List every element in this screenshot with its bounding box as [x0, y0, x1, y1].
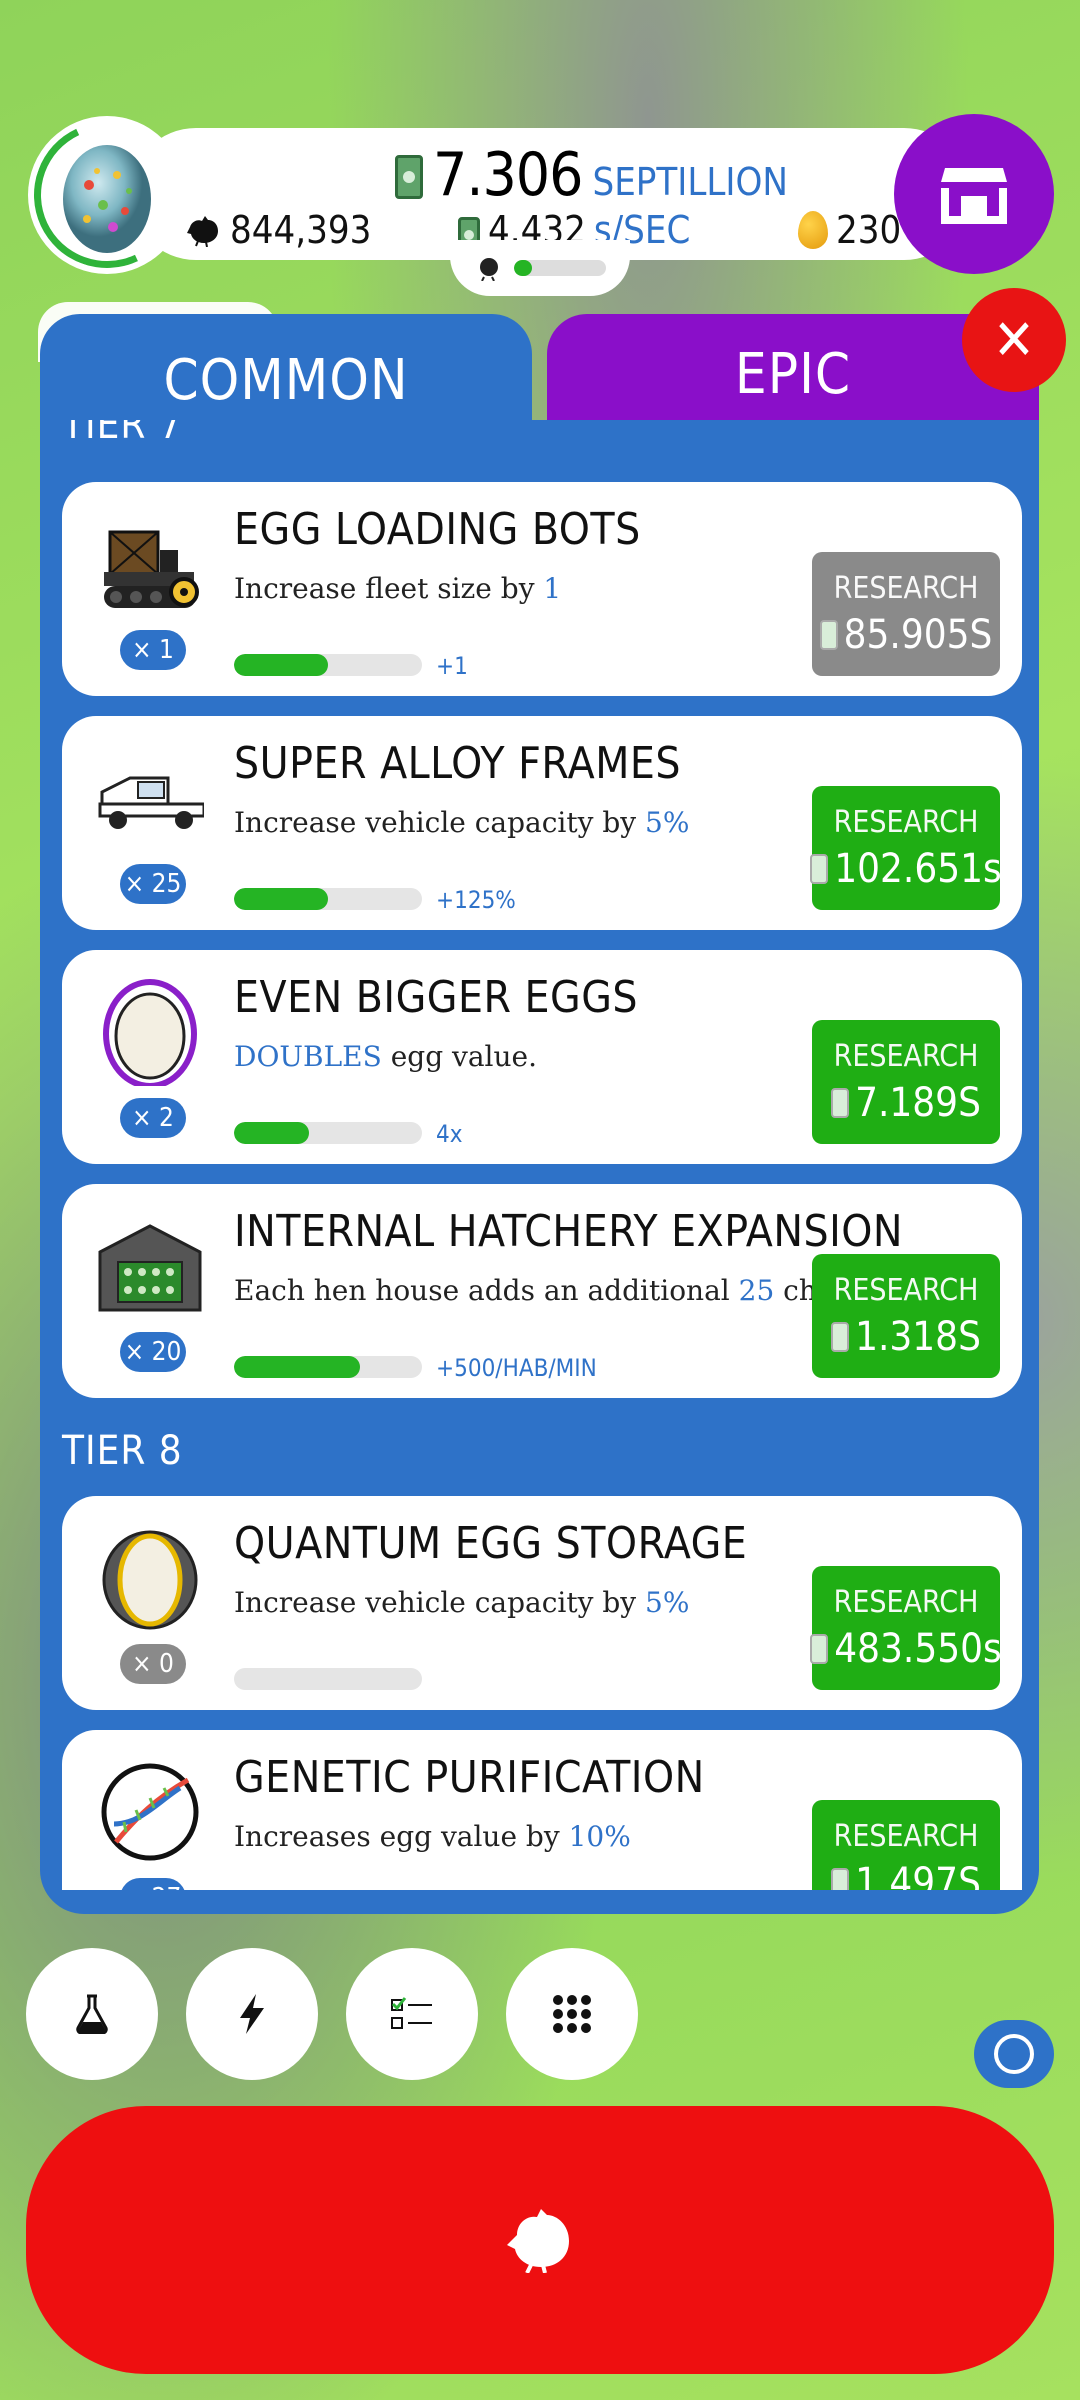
close-button[interactable]: ✕	[962, 288, 1066, 392]
level-badge: × 20	[120, 1332, 186, 1372]
research-lab-button[interactable]	[26, 1948, 158, 2080]
research-cost: 1.497S	[855, 1859, 981, 1891]
research-gain: +125%	[436, 886, 516, 914]
research-button[interactable]: RESEARCH 1.497S	[812, 1800, 1000, 1890]
research-description: Increase vehicle capacity by 5%	[234, 1586, 690, 1619]
loading-bot-icon	[104, 530, 199, 608]
research-panel[interactable]: TIER 7 × 1 EGG LOADING BOTS Increase fle…	[40, 420, 1039, 1914]
dna-icon	[101, 1763, 199, 1861]
egg-avatar[interactable]	[13, 101, 201, 289]
shop-button[interactable]	[894, 114, 1054, 274]
cash-icon	[810, 853, 829, 884]
cash-icon	[819, 619, 838, 650]
camera-toggle-button[interactable]	[974, 2020, 1054, 2088]
level-badge: × 1	[120, 630, 186, 670]
research-description: Increases egg value by 10%	[234, 1820, 631, 1853]
drone-chicken-icon	[480, 258, 498, 281]
boosts-button[interactable]	[186, 1948, 318, 2080]
cash-icon	[831, 1867, 850, 1890]
chicken-count-display: 844,393	[186, 208, 371, 252]
grid-icon	[553, 1995, 591, 2033]
research-cost: 85.905S	[843, 611, 993, 658]
research-title: QUANTUM EGG STORAGE	[234, 1518, 748, 1569]
chicken-icon	[187, 216, 218, 247]
research-title: EVEN BIGGER EGGS	[234, 972, 639, 1023]
golden-egg-icon	[798, 211, 828, 249]
research-description: DOUBLES egg value.	[234, 1040, 537, 1073]
research-button[interactable]: RESEARCH 7.189S	[812, 1020, 1000, 1144]
research-card-super-alloy-frames[interactable]: × 25 SUPER ALLOY FRAMES Increase vehicle…	[62, 716, 1022, 930]
quantum-egg-icon	[102, 1530, 198, 1630]
cash-icon	[810, 1633, 829, 1664]
research-title: SUPER ALLOY FRAMES	[234, 738, 682, 789]
research-gain: +1	[436, 652, 468, 680]
research-progress-bar	[234, 1356, 422, 1378]
research-description: Increase fleet size by 1	[234, 572, 562, 605]
chicken-icon	[507, 2209, 569, 2273]
research-button[interactable]: RESEARCH 102.651s	[810, 786, 1002, 910]
drone-progress-bar	[514, 260, 606, 276]
research-progress-bar	[234, 654, 422, 676]
research-card-egg-loading-bots[interactable]: × 1 EGG LOADING BOTS Increase fleet size…	[62, 482, 1022, 696]
research-card-genetic-purification[interactable]: × 27 GENETIC PURIFICATION Increases egg …	[62, 1730, 1022, 1890]
research-list[interactable]: TIER 7 × 1 EGG LOADING BOTS Increase fle…	[40, 420, 1039, 1890]
cash-icon	[395, 155, 423, 199]
shop-icon	[941, 168, 1007, 224]
research-progress-bar	[234, 1668, 422, 1690]
research-card-even-bigger-eggs[interactable]: × 2 EVEN BIGGER EGGS DOUBLES egg value. …	[62, 950, 1022, 1164]
golden-egg-display: 230	[798, 208, 901, 252]
research-title: GENETIC PURIFICATION	[234, 1752, 705, 1803]
drone-indicator[interactable]	[450, 240, 630, 296]
research-progress-bar	[234, 888, 422, 910]
research-cost: 7.189S	[855, 1079, 981, 1126]
big-egg-icon	[103, 979, 197, 1086]
golden-egg-count: 230	[836, 208, 902, 252]
chicken-count: 844,393	[230, 208, 372, 252]
cash-unit: SEPTILLION	[592, 160, 788, 204]
level-badge: × 0	[120, 1644, 186, 1684]
tier-label: TIER 8	[62, 1428, 183, 1474]
tier-label: TIER 7	[62, 420, 183, 448]
truck-icon	[98, 776, 204, 829]
close-icon: ✕	[992, 307, 1036, 373]
checklist-icon	[391, 1997, 432, 2029]
cash-display: 7.306 SEPTILLION	[395, 140, 788, 210]
research-card-internal-hatchery-expansion[interactable]: × 20 INTERNAL HATCHERY EXPANSION Each he…	[62, 1184, 1022, 1398]
research-title: EGG LOADING BOTS	[234, 504, 641, 555]
research-button[interactable]: RESEARCH 483.550s	[810, 1566, 1002, 1690]
lightning-icon	[240, 1994, 264, 2034]
research-card-quantum-egg-storage[interactable]: × 0 QUANTUM EGG STORAGE Increase vehicle…	[62, 1496, 1022, 1710]
research-cost: 1.318S	[855, 1313, 981, 1360]
cash-icon	[831, 1087, 850, 1118]
research-cost: 102.651s	[834, 845, 1002, 892]
research-cost: 483.550s	[834, 1625, 1002, 1672]
hatchery-icon	[98, 1224, 202, 1312]
research-button[interactable]: RESEARCH 1.318S	[812, 1254, 1000, 1378]
hatch-chicken-button[interactable]	[26, 2106, 1054, 2374]
level-badge: × 2	[120, 1098, 186, 1138]
research-gain: +500/HAB/MIN	[436, 1354, 597, 1382]
cash-amount: 7.306	[433, 140, 583, 210]
level-badge: × 25	[120, 864, 186, 904]
missions-button[interactable]	[346, 1948, 478, 2080]
research-gain: 4x	[436, 1120, 463, 1148]
flask-icon	[76, 1994, 108, 2034]
research-progress-bar	[234, 1122, 422, 1144]
egg-progress-ring	[13, 101, 201, 289]
circle-icon	[994, 2034, 1034, 2074]
research-button[interactable]: RESEARCH 85.905S	[812, 552, 1000, 676]
research-title: INTERNAL HATCHERY EXPANSION	[234, 1206, 904, 1257]
menu-button[interactable]	[506, 1948, 638, 2080]
cash-icon	[831, 1321, 850, 1352]
research-description: Increase vehicle capacity by 5%	[234, 806, 690, 839]
level-badge: × 27	[120, 1878, 186, 1890]
